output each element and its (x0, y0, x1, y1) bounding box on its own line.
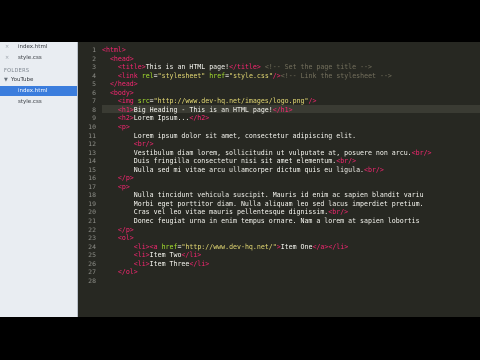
line-number: 22 (88, 225, 96, 234)
line-number: 5 (92, 80, 96, 89)
line-number: 16 (88, 174, 96, 183)
line-number: 26 (88, 259, 96, 268)
folders-heading: FOLDERS (4, 68, 30, 74)
code-line: <body> (109, 88, 134, 97)
line-number: 23 (88, 234, 96, 243)
code-line: Duis fringilla consectetur nisi sit amet… (102, 157, 357, 166)
close-icon[interactable]: × (5, 42, 9, 52)
code-line: Cras vel leo vitae mauris pellentesque d… (102, 208, 349, 217)
line-number: 25 (88, 251, 96, 260)
code-area[interactable]: <html> <head> <title>This is an HTML pag… (102, 42, 480, 317)
code-line: <html> (102, 46, 126, 54)
line-number: 2 (92, 54, 96, 63)
code-line: </head> (109, 80, 138, 89)
code-line: <h2>Lorem Ipsum...</h2> (117, 114, 210, 123)
folder-youtube[interactable]: ▼ YouTube (0, 75, 77, 85)
code-line: <li>Item Three</li> (133, 259, 210, 268)
line-number: 19 (88, 199, 96, 208)
open-file-style[interactable]: × style.css (0, 53, 77, 63)
line-number: 13 (88, 148, 96, 157)
line-number: 7 (92, 97, 96, 106)
code-line: <li><a href="http://www.dev-hq.net/">Ite… (133, 242, 349, 251)
line-number: 3 (92, 63, 96, 72)
chevron-down-icon[interactable]: ▼ (4, 75, 8, 85)
code-line: Nulla tincidunt vehicula suscipit. Mauri… (102, 191, 424, 200)
line-number-gutter: 1 2 3 4 5 6 7 8 9 10 11 12 13 14 15 16 17 18 19 20 21 22 23 24 2… (78, 42, 100, 317)
line-number: 15 (88, 165, 96, 174)
line-number: 28 (88, 276, 96, 285)
line-number: 27 (88, 268, 96, 277)
code-line: </p> (117, 225, 134, 234)
open-file-index[interactable]: × index.html (0, 42, 77, 52)
code-line: </ol> (117, 268, 138, 277)
video-frame: × index.html × style.css FOLDERS ▼ YouTu… (0, 0, 480, 360)
file-index-html[interactable]: index.html (0, 86, 77, 96)
sidebar: × index.html × style.css FOLDERS ▼ YouTu… (0, 42, 78, 317)
code-line: Morbi eget porttitor diam. Nulla aliquam… (102, 199, 424, 208)
code-line: Vestibulum diam lorem, sollicitudin ut v… (102, 148, 432, 157)
line-number: 18 (88, 191, 96, 200)
line-number: 14 (88, 157, 96, 166)
code-line: Nulla sed mi vitae arcu ullamcorper dict… (102, 165, 384, 174)
code-line: <p> (117, 122, 130, 131)
line-number: 1 (92, 46, 96, 54)
code-line: <br/> (133, 140, 154, 149)
line-number: 12 (88, 140, 96, 149)
line-number: 20 (88, 208, 96, 217)
code-line: Donec feugiat urna in enim tempus ornare… (102, 217, 420, 225)
code-line: Lorem ipsum dolor sit amet, consectetur … (102, 131, 357, 140)
line-number: 21 (88, 217, 96, 225)
file-style-css[interactable]: style.css (0, 97, 77, 107)
line-number: 9 (92, 114, 96, 123)
line-number: 4 (92, 71, 96, 80)
line-number: 10 (88, 122, 96, 131)
code-line: <title>This is an HTML page!</title> <!-… (117, 63, 372, 72)
editor-window: × index.html × style.css FOLDERS ▼ YouTu… (0, 42, 480, 317)
code-line: </p> (117, 174, 134, 183)
code-line: <li>Item Two</li> (133, 251, 202, 260)
code-line: <head> (109, 54, 134, 63)
code-line: <link rel="stylesheet" href="style.css"/… (117, 71, 392, 80)
code-line: <h1>Big Heading - This is an HTML page!<… (117, 105, 293, 114)
code-line: <ol> (117, 234, 134, 243)
line-number: 11 (88, 131, 96, 140)
code-line: <p> (117, 182, 130, 191)
line-number: 24 (88, 242, 96, 251)
line-number: 8 (92, 105, 96, 114)
line-number: 6 (92, 88, 96, 97)
close-icon[interactable]: × (5, 53, 9, 63)
line-number: 17 (88, 182, 96, 191)
